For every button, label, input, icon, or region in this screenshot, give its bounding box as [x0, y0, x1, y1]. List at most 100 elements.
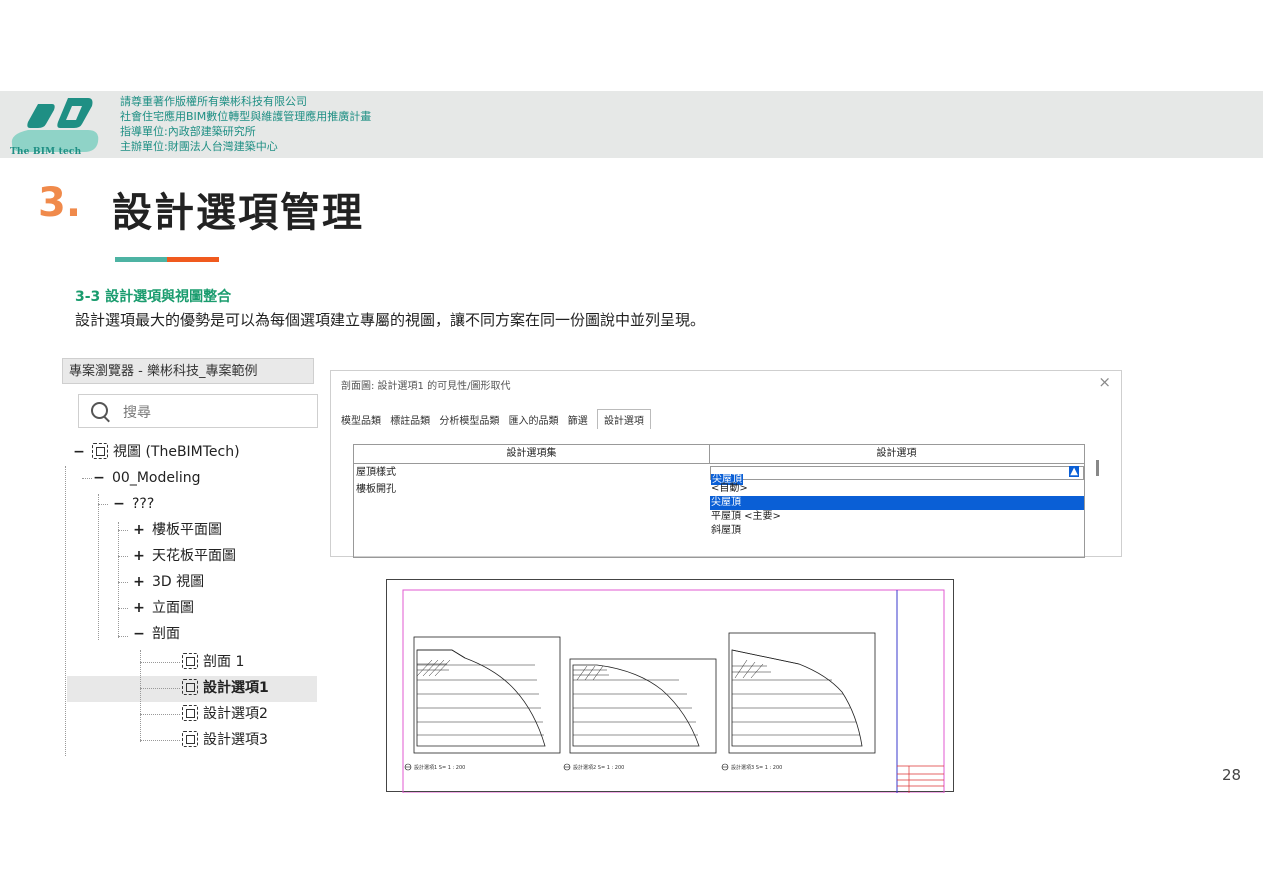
- tree-guide: [98, 494, 99, 640]
- sheet-drawing: 設計選項1 S= 1 : 200 設計選項2 S= 1 : 200 設計選項3 …: [386, 579, 954, 793]
- collapse-icon[interactable]: −: [72, 440, 86, 464]
- tree-item-label: 天花板平面圖: [152, 548, 236, 564]
- page-title: 設計選項管理: [112, 190, 364, 236]
- tree-guide: [140, 650, 141, 742]
- tree-guide: [118, 608, 128, 609]
- credit-line: 社會住宅應用BIM數位轉型與維護管理應用推廣計畫: [120, 110, 372, 123]
- visibility-graphics-dialog: 剖面圖: 設計選項1 的可見性/圖形取代 × 模型品類 標註品類 分析模型品類 …: [330, 370, 1122, 558]
- title-underline-teal: [115, 257, 167, 262]
- tree-item-label: 樓板平面圖: [152, 522, 222, 538]
- tree-item-section-1[interactable]: 剖面 1: [182, 650, 244, 674]
- expand-icon[interactable]: +: [132, 544, 146, 568]
- view-label-1: 設計選項1 S= 1 : 200: [414, 765, 466, 771]
- section-view-icon: [182, 679, 198, 695]
- section-view-icon: [182, 653, 198, 669]
- tree-guide: [118, 582, 128, 583]
- tree-item-label: 00_Modeling: [112, 470, 201, 486]
- tree-item-views[interactable]: − 視圖 (TheBIMTech): [72, 440, 240, 464]
- expand-icon[interactable]: +: [132, 596, 146, 620]
- tree-item-label: 設計選項1: [203, 680, 269, 696]
- tree-item-design-option-2[interactable]: 設計選項2: [182, 702, 268, 726]
- tree-item-design-option-3[interactable]: 設計選項3: [182, 728, 268, 752]
- tree-item-label: 立面圖: [152, 600, 194, 616]
- tree-item-label: 設計選項3: [203, 732, 268, 748]
- credit-line: 主辦單位:財團法人台灣建築中心: [120, 140, 278, 153]
- tree-item-label: 3D 視圖: [152, 574, 205, 590]
- collapse-icon[interactable]: −: [92, 466, 106, 490]
- credit-line: 指導單位:內政部建築研究所: [120, 125, 256, 138]
- tree-item-label: 剖面 1: [203, 654, 245, 670]
- tree-item-floor-plans[interactable]: + 樓板平面圖: [132, 518, 222, 542]
- tree-guide: [140, 688, 180, 689]
- collapse-icon[interactable]: −: [132, 622, 146, 646]
- tab-annotation-categories[interactable]: 標註品類: [390, 412, 430, 427]
- table-row-floor-opening[interactable]: 樓板開孔: [356, 483, 396, 496]
- design-options-table: 設計選項集 設計選項 屋頂樣式 樓板開孔 尖屋頂 ▲ <自動> 尖屋頂 平屋頂 …: [353, 444, 1085, 558]
- section-view-1: [413, 636, 561, 754]
- scrollbar[interactable]: [1096, 460, 1099, 476]
- tree-item-modeling[interactable]: −00_Modeling: [92, 466, 201, 490]
- tree-guide: [140, 740, 180, 741]
- design-option-select[interactable]: 尖屋頂 ▲: [710, 466, 1084, 485]
- view-label-3: 設計選項3 S= 1 : 200: [731, 765, 783, 771]
- dialog-title: 剖面圖: 設計選項1 的可見性/圖形取代: [341, 381, 511, 392]
- tree-guide: [118, 522, 119, 638]
- section-view-3: [728, 632, 876, 754]
- tree-guide: [65, 466, 66, 756]
- section-view-2: [569, 658, 717, 754]
- tab-imported-categories[interactable]: 匯入的品類: [509, 412, 559, 427]
- tree-item-design-option-1[interactable]: 設計選項1: [182, 676, 269, 700]
- title-underline-orange: [167, 257, 219, 262]
- sheet-canvas: [402, 589, 945, 793]
- tree-guide: [118, 636, 128, 637]
- tab-model-categories[interactable]: 模型品類: [341, 412, 381, 427]
- logo-text: The BIM tech: [10, 147, 82, 157]
- tree-item-label: 設計選項2: [203, 706, 268, 722]
- tree-guide: [140, 662, 180, 663]
- close-icon[interactable]: ×: [1098, 373, 1111, 391]
- tree-item-elevations[interactable]: + 立面圖: [132, 596, 194, 620]
- expand-icon[interactable]: +: [132, 570, 146, 594]
- project-browser: 專案瀏覽器 - 樂彬科技_專案範例 搜尋 − 視圖 (TheBIMTech) −0…: [62, 358, 318, 756]
- credit-line: 請尊重著作版權所有樂彬科技有限公司: [120, 95, 307, 108]
- tree-item-unnamed[interactable]: −???: [112, 492, 154, 516]
- collapse-icon[interactable]: −: [112, 492, 126, 516]
- option-auto[interactable]: <自動>: [710, 482, 1084, 496]
- tree-guide: [118, 556, 128, 557]
- search-input[interactable]: 搜尋: [78, 394, 318, 428]
- page-number: 28: [1222, 766, 1242, 784]
- search-icon: [91, 402, 108, 419]
- view-icon: [92, 443, 108, 459]
- view-label-2: 設計選項2 S= 1 : 200: [573, 765, 625, 771]
- tree-guide: [118, 530, 128, 531]
- section-view-icon: [182, 731, 198, 747]
- option-pointed-roof[interactable]: 尖屋頂: [710, 496, 1084, 510]
- tree-item-label: 視圖 (TheBIMTech): [113, 444, 240, 460]
- option-dropdown-list: <自動> 尖屋頂 平屋頂 <主要> 斜屋頂: [710, 482, 1084, 538]
- tree-item-3d-views[interactable]: +3D 視圖: [132, 570, 204, 594]
- section-view-icon: [182, 705, 198, 721]
- dialog-tabs: 模型品類 標註品類 分析模型品類 匯入的品類 篩選 設計選項: [341, 409, 657, 429]
- chevron-up-icon: ▲: [1069, 466, 1079, 477]
- browser-title: 專案瀏覽器 - 樂彬科技_專案範例: [62, 358, 314, 384]
- tree-item-ceiling-plans[interactable]: + 天花板平面圖: [132, 544, 236, 568]
- tab-analytical-categories[interactable]: 分析模型品類: [439, 412, 499, 427]
- option-flat-roof[interactable]: 平屋頂 <主要>: [710, 510, 1084, 524]
- tab-design-options[interactable]: 設計選項: [596, 409, 651, 429]
- expand-icon[interactable]: +: [132, 518, 146, 542]
- tree-item-label: ???: [132, 496, 155, 512]
- tab-filters[interactable]: 篩選: [568, 412, 588, 427]
- table-row-roof-style[interactable]: 屋頂樣式: [356, 466, 396, 479]
- title-number: 3.: [38, 180, 82, 226]
- column-header-option-set: 設計選項集: [354, 445, 710, 464]
- header-credits: 請尊重著作版權所有樂彬科技有限公司 社會住宅應用BIM數位轉型與維護管理應用推廣…: [120, 94, 371, 154]
- tree-item-sections[interactable]: − 剖面: [132, 622, 180, 646]
- tree-guide: [140, 714, 180, 715]
- tree-item-label: 剖面: [152, 626, 180, 642]
- tree-guide: [82, 478, 92, 479]
- column-header-option: 設計選項: [709, 445, 1084, 464]
- tree-guide: [98, 504, 108, 505]
- option-sloped-roof[interactable]: 斜屋頂: [710, 524, 1084, 538]
- search-placeholder: 搜尋: [123, 405, 151, 421]
- section-subhead: 3-3 設計選項與視圖整合: [75, 289, 232, 305]
